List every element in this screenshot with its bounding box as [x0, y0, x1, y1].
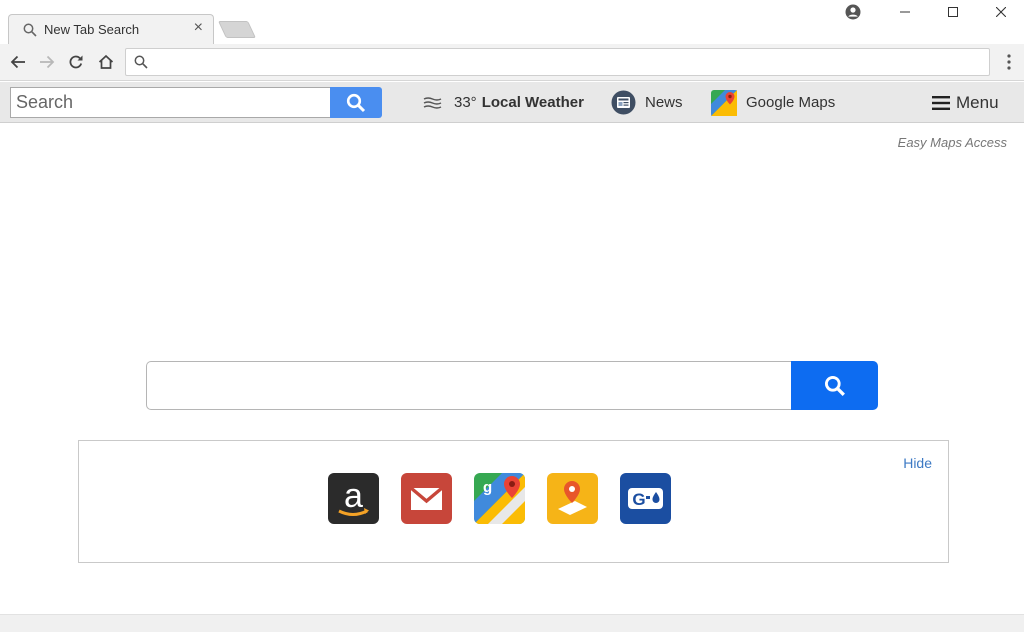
google-maps-icon: g [474, 473, 525, 524]
shortcuts-panel: Hide a g G [78, 440, 949, 563]
title-bar: New Tab Search × [0, 0, 1024, 45]
maximize-icon [948, 7, 958, 17]
weather-temperature: 33° [454, 94, 477, 111]
address-bar[interactable] [125, 48, 990, 76]
toolbar-search-button[interactable] [330, 87, 382, 118]
google-maps-icon [711, 89, 737, 116]
gmail-icon [409, 486, 444, 510]
brand-tagline: Easy Maps Access [897, 135, 1007, 150]
weather-fog-icon [423, 96, 442, 109]
search-icon [23, 23, 37, 37]
arrow-left-icon [10, 55, 25, 69]
arrow-right-icon [40, 55, 55, 69]
browser-tab[interactable]: New Tab Search × [8, 14, 214, 45]
search-icon [134, 55, 148, 69]
gas-prices-icon: G [628, 488, 663, 509]
reload-button[interactable] [66, 52, 86, 72]
bing-maps-shortcut[interactable] [547, 473, 598, 524]
minimize-button[interactable] [882, 0, 928, 24]
close-icon [996, 7, 1006, 17]
browser-toolbar [0, 44, 1024, 81]
new-tab-button[interactable] [218, 21, 256, 38]
tab-title: New Tab Search [44, 22, 140, 37]
gas-prices-shortcut[interactable]: G [620, 473, 671, 524]
tab-close-button[interactable]: × [194, 20, 203, 36]
more-vertical-icon [1007, 54, 1011, 70]
extension-menu-button[interactable]: Menu [932, 82, 999, 123]
maximize-button[interactable] [930, 0, 976, 24]
svg-text:a: a [344, 477, 363, 515]
minimize-icon [900, 11, 910, 13]
main-search-input[interactable] [146, 361, 792, 410]
reload-icon [69, 55, 83, 69]
amazon-shortcut[interactable]: a [328, 473, 379, 524]
google-maps-label: Google Maps [746, 94, 836, 111]
home-button[interactable] [96, 52, 116, 72]
home-icon [98, 54, 114, 69]
news-link[interactable]: News [611, 82, 683, 123]
browser-menu-button[interactable] [1000, 52, 1018, 72]
google-maps-shortcut[interactable]: g [474, 473, 525, 524]
user-avatar-icon [845, 4, 861, 20]
news-icon [611, 90, 636, 115]
search-icon [824, 375, 845, 396]
main-search-button[interactable] [791, 361, 878, 410]
extension-toolbar: 33° Local Weather News Google Maps Menu [0, 82, 1024, 123]
news-label: News [645, 94, 683, 111]
weather-label: Local Weather [481, 94, 584, 111]
window-close-button[interactable] [978, 0, 1024, 24]
search-icon [346, 93, 366, 112]
local-weather-link[interactable]: 33° Local Weather [423, 82, 584, 123]
svg-text:g: g [483, 479, 492, 496]
main-search-box [146, 361, 878, 410]
back-button[interactable] [8, 52, 28, 72]
status-bar [0, 614, 1024, 632]
google-maps-link[interactable]: Google Maps [711, 82, 835, 123]
amazon-icon: a [338, 477, 369, 516]
svg-text:G: G [632, 490, 645, 509]
forward-button[interactable] [37, 52, 57, 72]
hide-shortcuts-link[interactable]: Hide [903, 455, 932, 471]
gmail-shortcut[interactable] [401, 473, 452, 524]
bing-maps-icon [558, 481, 587, 515]
hamburger-icon [932, 95, 950, 110]
toolbar-search-input[interactable] [10, 87, 331, 118]
menu-label: Menu [956, 92, 999, 112]
profile-icon[interactable] [830, 0, 876, 24]
